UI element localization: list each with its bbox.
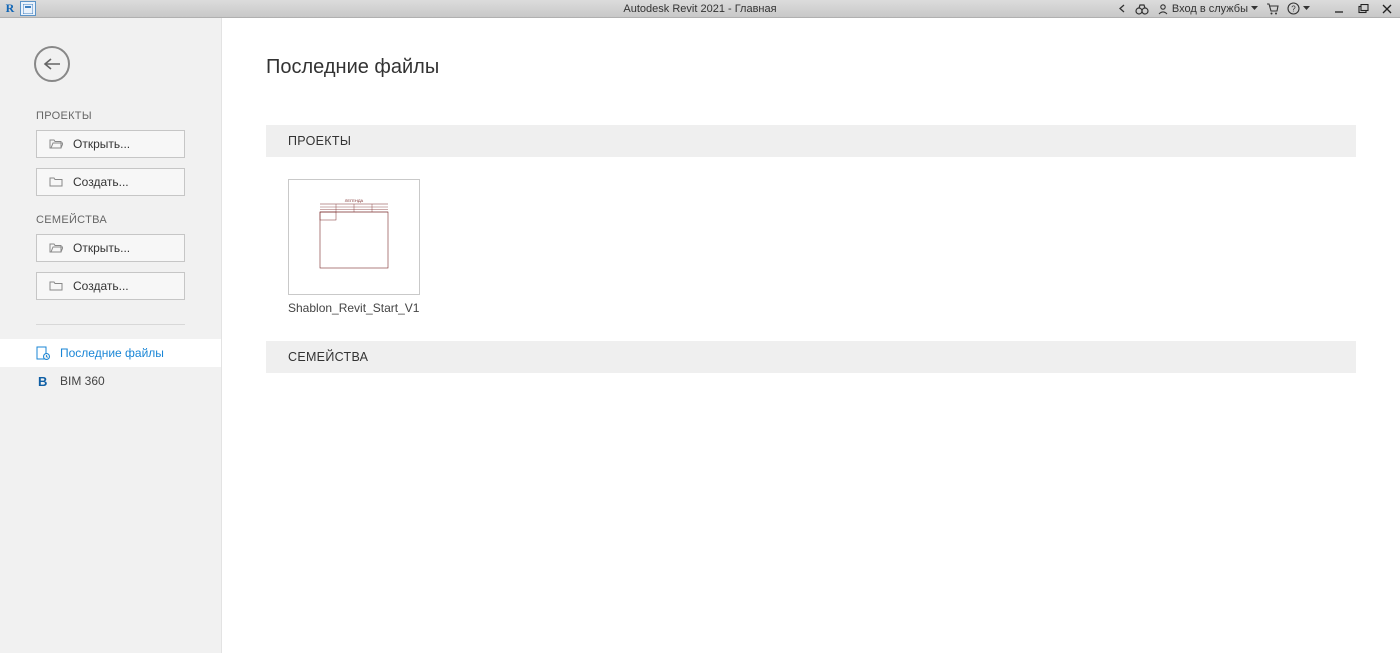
project-tile-label: Shablon_Revit_Start_V1 [288,301,422,315]
account-signin[interactable]: Вход в службы [1157,3,1258,15]
nav-recent-label: Последние файлы [60,346,164,360]
open-project-button[interactable]: Открыть... [36,130,185,158]
recent-project-tile[interactable]: ЛЕГЕНДА Shablon_Revit_Start_V1 [288,179,422,315]
families-header: СЕМЕЙСТВА [266,341,1356,373]
page-title: Последние файлы [266,56,1356,79]
recent-projects-list: ЛЕГЕНДА Shablon_Revit_Start_V1 [266,179,1356,315]
cart-icon[interactable] [1266,3,1279,15]
create-project-button[interactable]: Создать... [36,168,185,196]
recent-files-icon [36,346,50,360]
open-project-label: Открыть... [73,137,130,151]
window-title: Autodesk Revit 2021 - Главная [623,3,776,15]
divider [36,324,185,325]
folder-icon [49,280,63,292]
folder-open-icon [49,138,63,150]
projects-section-label: ПРОЕКТЫ [0,110,221,130]
sidebar: ПРОЕКТЫ Открыть... Создать... СЕМЕЙСТВА … [0,18,222,653]
create-family-label: Создать... [73,279,129,293]
svg-text:?: ? [1291,5,1296,14]
close-button[interactable] [1380,4,1394,14]
project-thumbnail[interactable]: ЛЕГЕНДА [288,179,420,295]
nav-left-icon[interactable] [1118,4,1127,13]
help-icon[interactable]: ? [1287,2,1310,15]
open-family-button[interactable]: Открыть... [36,234,185,262]
folder-icon [49,176,63,188]
title-bar: R Autodesk Revit 2021 - Главная Вход в с… [0,0,1400,18]
bim360-icon: B [36,374,50,388]
main-content: Последние файлы ПРОЕКТЫ ЛЕГЕНДА [222,18,1400,653]
maximize-button[interactable] [1356,4,1370,14]
binoculars-icon[interactable] [1135,3,1149,15]
nav-bim360[interactable]: B BIM 360 [0,367,221,395]
create-project-label: Создать... [73,175,129,189]
projects-header: ПРОЕКТЫ [266,125,1356,157]
families-section-label: СЕМЕЙСТВА [0,214,221,234]
home-app-icon[interactable] [20,1,36,16]
back-button[interactable] [34,46,70,82]
revit-logo-icon: R [2,1,18,16]
svg-text:ЛЕГЕНДА: ЛЕГЕНДА [345,198,364,203]
create-family-button[interactable]: Создать... [36,272,185,300]
open-family-label: Открыть... [73,241,130,255]
nav-bim360-label: BIM 360 [60,374,105,388]
signin-label: Вход в службы [1172,3,1248,15]
minimize-button[interactable] [1332,4,1346,14]
svg-text:B: B [38,374,47,388]
folder-open-icon [49,242,63,254]
nav-recent-files[interactable]: Последние файлы [0,339,221,367]
